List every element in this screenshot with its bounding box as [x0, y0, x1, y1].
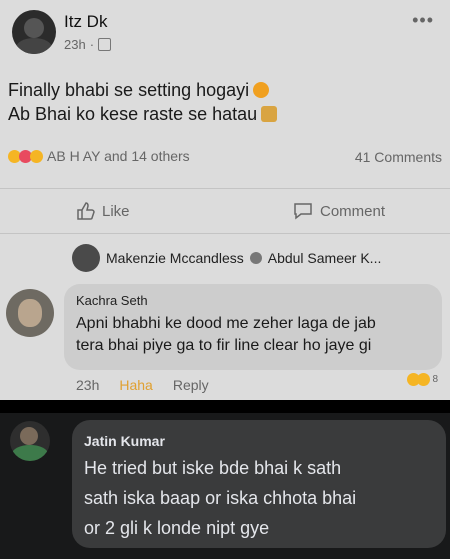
- commenter-avatar[interactable]: [6, 289, 54, 337]
- reply-line-2: sath iska baap or iska chhota bhai: [84, 488, 357, 508]
- commenter-name[interactable]: Kachra Seth: [76, 293, 148, 308]
- reply-line-3: or 2 gli k londe nipt gye: [84, 518, 270, 538]
- post-body: Finally bhabi se setting hogayi Ab Bhai …: [8, 78, 278, 126]
- comment-reactions[interactable]: 8: [407, 373, 438, 386]
- comment-label: Comment: [320, 202, 386, 220]
- thumbs-up-icon: [77, 202, 95, 220]
- comment-button[interactable]: Comment: [292, 201, 385, 221]
- reply-author-avatar[interactable]: [10, 421, 50, 461]
- comments-count[interactable]: 41 Comments: [355, 149, 442, 165]
- post-author-name[interactable]: Itz Dk: [64, 12, 107, 32]
- post-author-avatar[interactable]: [12, 10, 56, 54]
- mention-avatar[interactable]: [72, 244, 100, 272]
- sad-reaction-icon: [417, 373, 431, 386]
- post-line-2: Ab Bhai ko kese raste se hatau: [8, 104, 258, 124]
- mention-row: Makenzie Mccandless Abdul Sameer K...: [72, 244, 381, 272]
- comment-icon: [294, 203, 312, 220]
- haha-button[interactable]: Haha: [119, 377, 152, 393]
- praying-hands-emoji-icon: [261, 106, 278, 122]
- verified-icon: [249, 252, 262, 264]
- heart-eyes-emoji-icon: [253, 82, 270, 98]
- post-line-1: Finally bhabi se setting hogayi: [8, 80, 250, 100]
- post-actions-bar: Like Comment: [0, 188, 450, 234]
- comment-react-count: 8: [432, 374, 438, 385]
- more-options-icon[interactable]: •••: [412, 10, 434, 31]
- like-button[interactable]: Like: [76, 201, 130, 221]
- reactions-summary[interactable]: AB H AY and 14 others: [8, 148, 190, 164]
- comment-line-2: tera bhai piye ga to fir line clear ho j…: [76, 337, 372, 354]
- mention-tag[interactable]: Abdul Sameer K...: [268, 250, 382, 266]
- mention-name[interactable]: Makenzie Mccandless: [106, 250, 244, 266]
- audience-icon: [98, 38, 112, 51]
- comment-footer: 23h Haha Reply: [76, 377, 209, 393]
- care-reaction-icon: [30, 149, 43, 163]
- reply-button[interactable]: Reply: [173, 377, 209, 393]
- comment-time: 23h: [76, 377, 100, 393]
- post-time[interactable]: 23h: [64, 37, 86, 52]
- reply-line-1: He tried but iske bde bhai k sath: [84, 458, 342, 478]
- post-meta: 23h ·: [64, 37, 112, 52]
- reply-comment-text: He tried but iske bde bhai k sath sath i…: [84, 453, 356, 543]
- reply-author-name[interactable]: Jatin Kumar: [84, 433, 165, 449]
- comment-text: Apni bhabhi ke dood me zeher laga de jab…: [76, 313, 376, 357]
- like-label: Like: [102, 202, 130, 220]
- comment-line-1: Apni bhabhi ke dood me zeher laga de jab: [76, 315, 376, 332]
- reactors-text: AB H AY and 14 others: [47, 148, 190, 164]
